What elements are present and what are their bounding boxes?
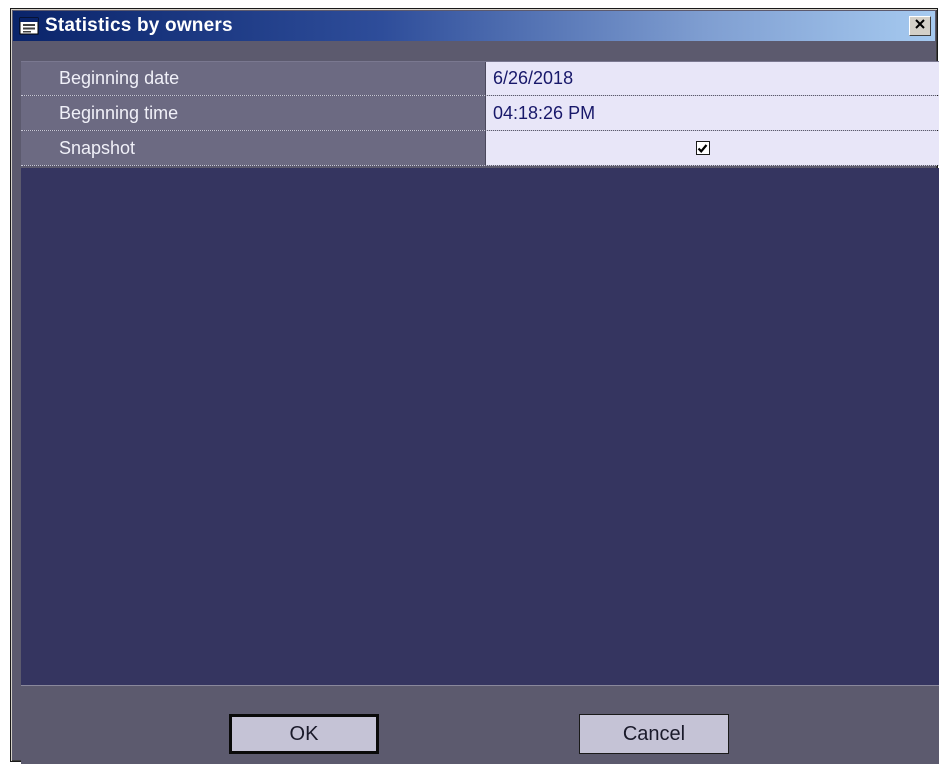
window-title: Statistics by owners bbox=[45, 15, 233, 36]
snapshot-value-cell[interactable] bbox=[486, 131, 939, 165]
button-bar: OK Cancel bbox=[21, 685, 939, 764]
property-label: Beginning date bbox=[21, 62, 486, 95]
beginning-date-field[interactable]: 6/26/2018 bbox=[486, 62, 939, 95]
snapshot-checkbox[interactable] bbox=[695, 141, 710, 155]
property-label: Snapshot bbox=[21, 131, 486, 165]
title-bar[interactable]: Statistics by owners bbox=[13, 11, 935, 41]
property-row-snapshot[interactable]: Snapshot bbox=[21, 131, 939, 166]
dialog-window: Statistics by owners Beginning date 6/26… bbox=[10, 8, 939, 764]
beginning-time-field[interactable]: 04:18:26 PM bbox=[486, 96, 939, 130]
cancel-button[interactable]: Cancel bbox=[579, 714, 729, 754]
window-app-icon bbox=[19, 17, 39, 35]
property-row-beginning-date[interactable]: Beginning date 6/26/2018 bbox=[21, 61, 939, 96]
close-icon bbox=[914, 17, 926, 35]
checkmark-icon bbox=[697, 143, 708, 153]
property-label: Beginning time bbox=[21, 96, 486, 130]
property-row-beginning-time[interactable]: Beginning time 04:18:26 PM bbox=[21, 96, 939, 131]
property-grid: Beginning date 6/26/2018 Beginning time … bbox=[21, 61, 939, 166]
ok-button[interactable]: OK bbox=[229, 714, 379, 754]
content-panel bbox=[21, 168, 939, 685]
close-button[interactable] bbox=[909, 16, 931, 36]
